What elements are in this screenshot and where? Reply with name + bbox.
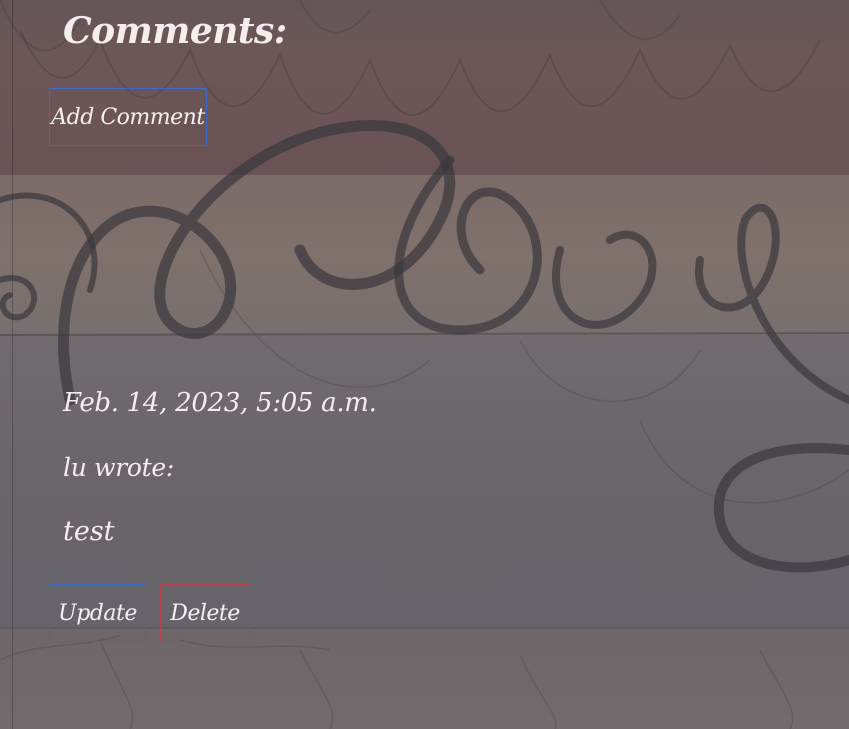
- comments-heading: Comments:: [63, 10, 287, 52]
- delete-comment-button[interactable]: Delete: [160, 584, 250, 642]
- update-comment-button[interactable]: Update: [49, 584, 146, 642]
- comment-author: lu wrote:: [63, 453, 175, 482]
- comments-section: Comments: Add Comment Feb. 14, 2023, 5:0…: [0, 0, 849, 729]
- comment-body: test: [63, 516, 115, 547]
- comment-date: Feb. 14, 2023, 5:05 a.m.: [63, 388, 377, 418]
- add-comment-button[interactable]: Add Comment: [49, 88, 207, 146]
